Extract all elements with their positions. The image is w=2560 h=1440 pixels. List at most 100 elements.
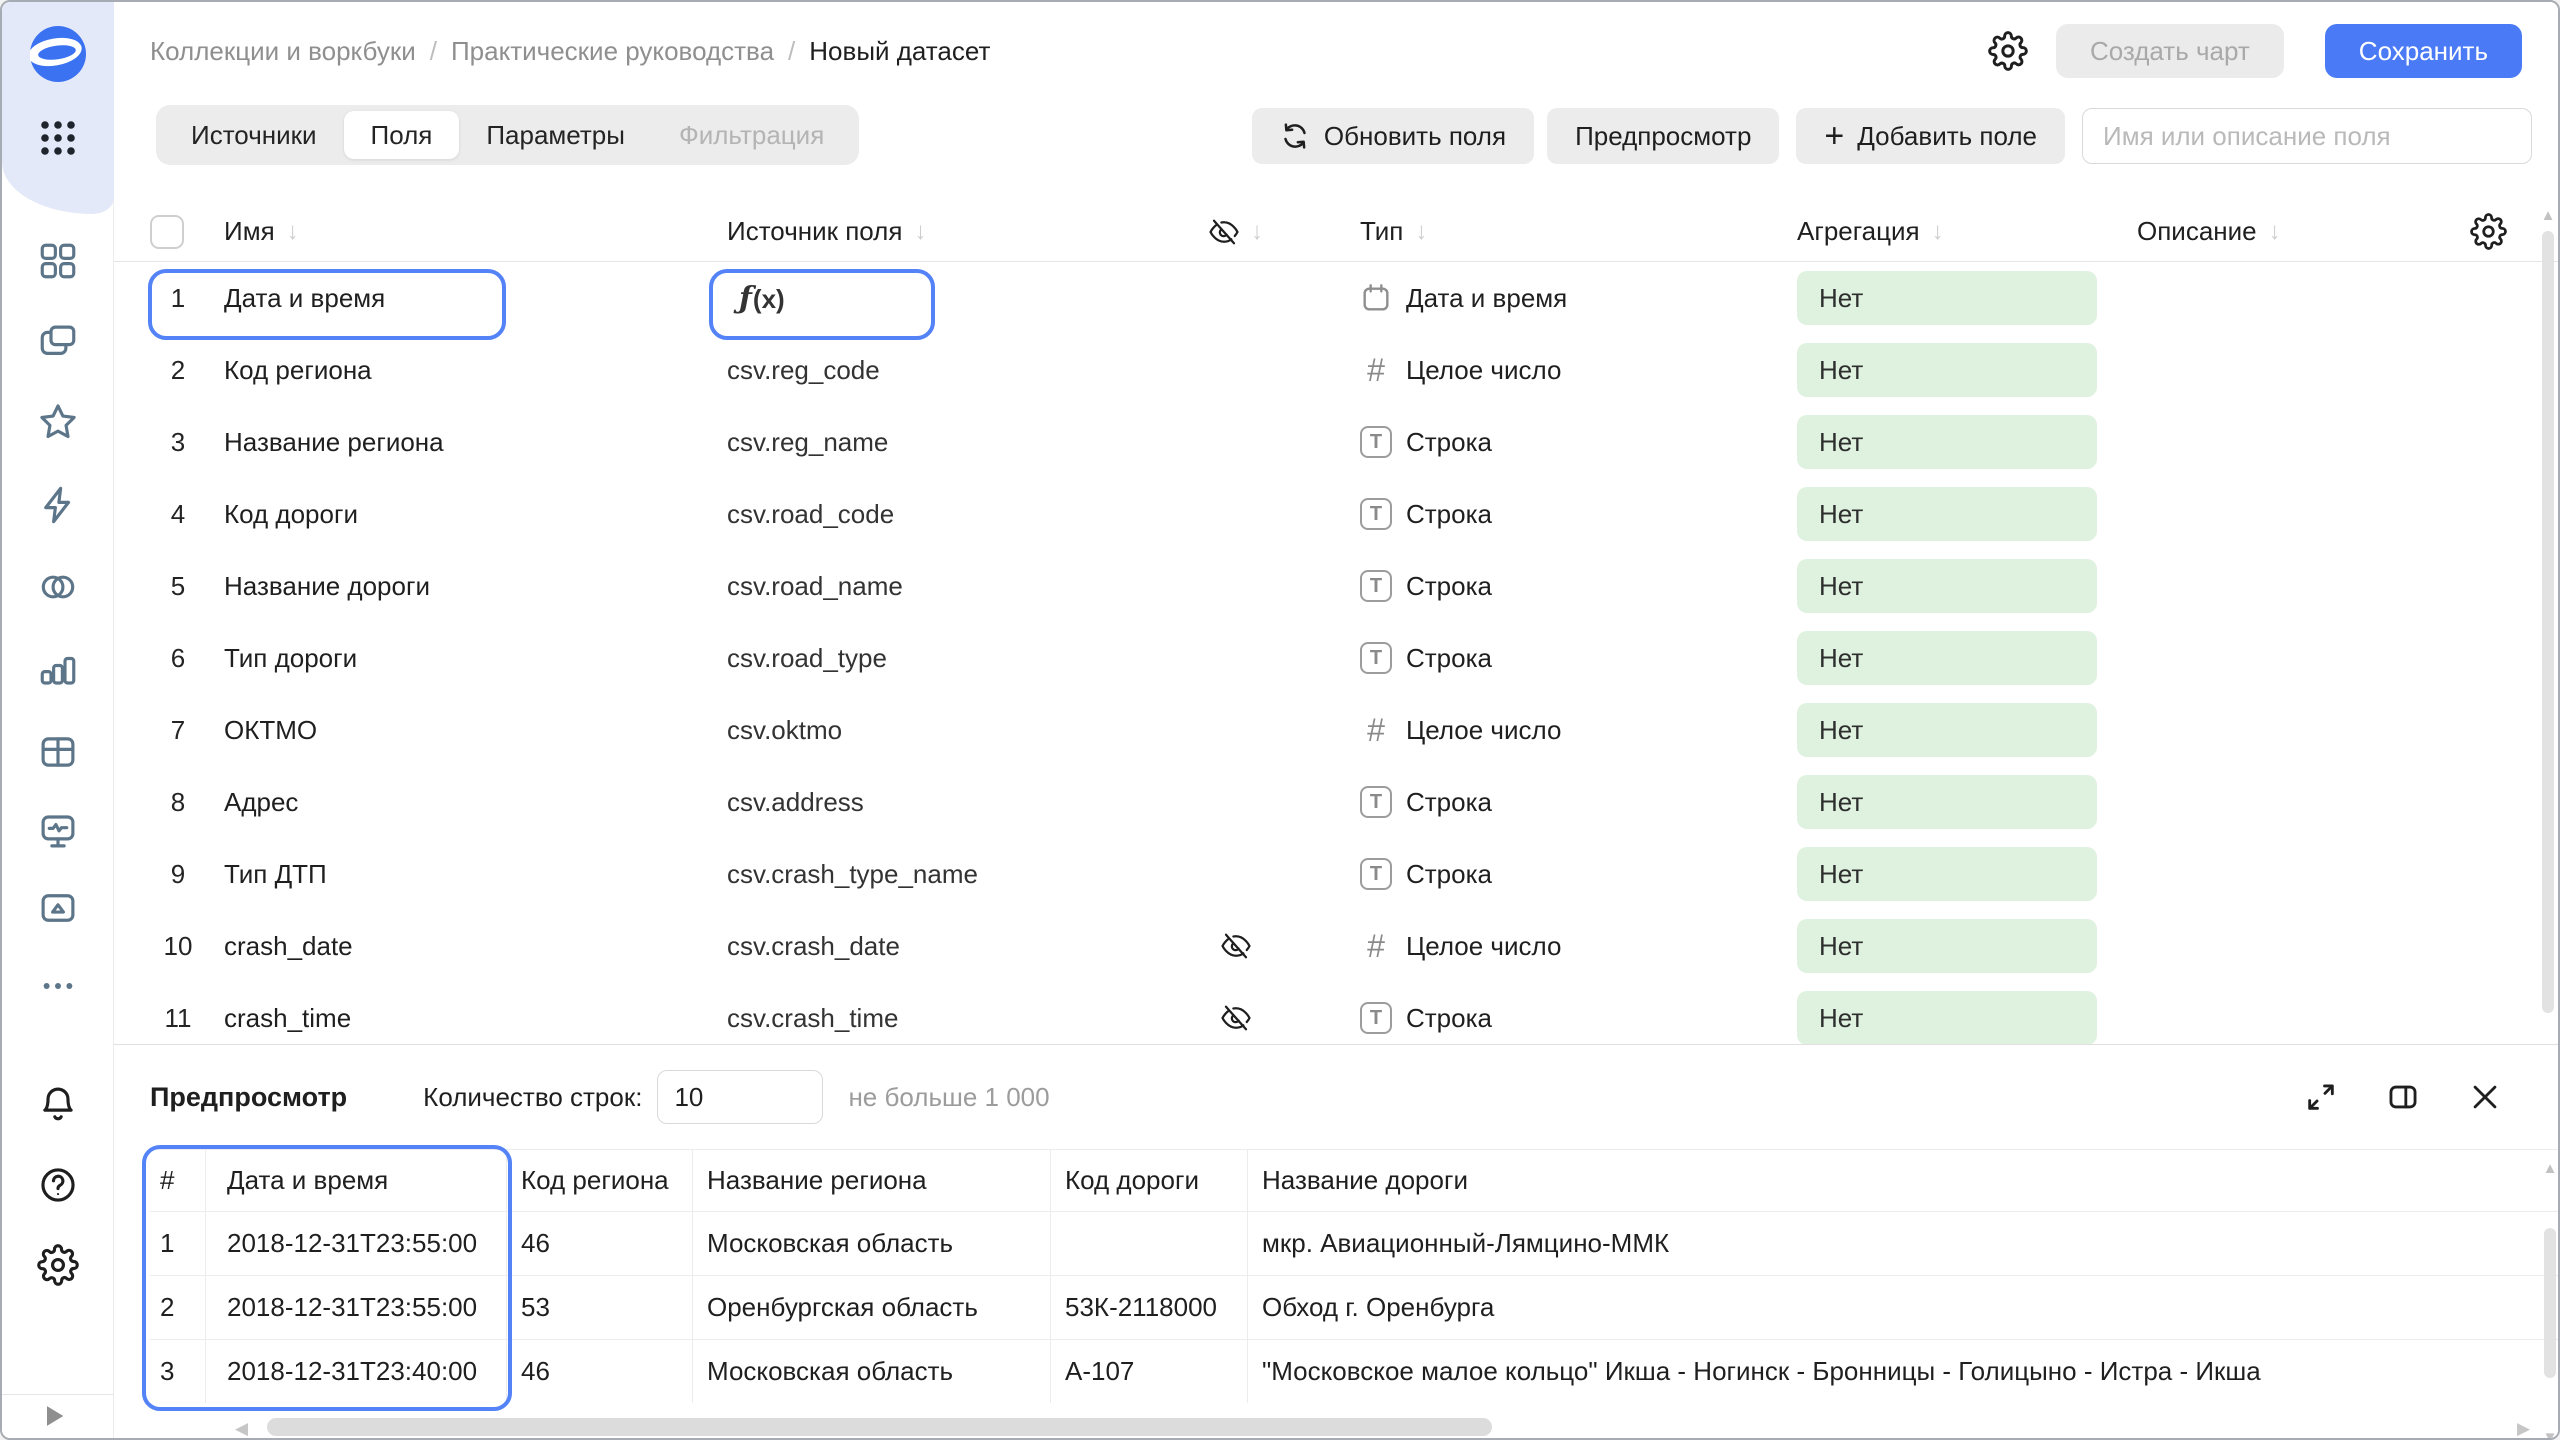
tab-fields[interactable]: Поля bbox=[344, 111, 460, 159]
aggregation-select[interactable]: Нет bbox=[1797, 703, 2097, 757]
preview-table-body: 12018-12-31T23:55:0046Московская область… bbox=[150, 1211, 2560, 1403]
preview-column-header: Дата и время bbox=[206, 1150, 507, 1211]
field-hidden-eye-off-icon[interactable] bbox=[1180, 1003, 1292, 1033]
scrollbar-thumb[interactable] bbox=[2542, 231, 2554, 1013]
field-row[interactable]: 4Код дорогиcsv.road_codeTСтрокаНет bbox=[114, 478, 2560, 550]
save-button[interactable]: Сохранить bbox=[2325, 24, 2522, 78]
scrollbar-thumb[interactable] bbox=[267, 1418, 1492, 1436]
settings-icon[interactable] bbox=[36, 1243, 80, 1287]
lightning-icon[interactable] bbox=[36, 483, 80, 527]
sort-arrow-icon[interactable]: ↓ bbox=[914, 218, 926, 246]
bar-chart-icon[interactable] bbox=[36, 647, 80, 691]
preview-panel: Предпросмотр Количество строк: не больше… bbox=[114, 1044, 2560, 1440]
preview-vertical-scrollbar[interactable]: ▲ ▼ bbox=[2542, 1161, 2558, 1440]
preview-column-header: Название дороги bbox=[1248, 1150, 2560, 1211]
aggregation-select[interactable]: Нет bbox=[1797, 343, 2097, 397]
field-row[interactable]: 3Название регионаcsv.reg_nameTСтрокаНет bbox=[114, 406, 2560, 478]
sort-arrow-icon[interactable]: ↓ bbox=[1932, 218, 1944, 246]
field-row[interactable]: 6Тип дорогиcsv.road_typeTСтрокаНет bbox=[114, 622, 2560, 694]
aggregation-select[interactable]: Нет bbox=[1797, 919, 2097, 973]
sort-arrow-icon[interactable]: ↓ bbox=[287, 218, 299, 246]
close-icon[interactable] bbox=[2465, 1077, 2505, 1117]
field-row[interactable]: 5Название дорогиcsv.road_nameTСтрокаНет bbox=[114, 550, 2560, 622]
scroll-left-icon[interactable]: ◀ bbox=[235, 1419, 248, 1439]
field-name: Адрес bbox=[212, 787, 715, 818]
aggregation-select[interactable]: Нет bbox=[1797, 991, 2097, 1044]
field-row[interactable]: 8Адресcsv.addressTСтрокаНет bbox=[114, 766, 2560, 838]
field-row[interactable]: 9Тип ДТПcsv.crash_type_nameTСтрокаНет bbox=[114, 838, 2560, 910]
datalens-logo-icon[interactable] bbox=[30, 26, 86, 82]
select-all-checkbox[interactable] bbox=[150, 215, 184, 249]
field-type: # Целое число bbox=[1292, 928, 1782, 965]
aggregation-select[interactable]: Нет bbox=[1797, 847, 2097, 901]
field-type-label: Целое число bbox=[1406, 931, 1561, 962]
field-row[interactable]: 1Дата и времяƒ(x)Дата и времяНет bbox=[114, 262, 2560, 334]
aggregation-select[interactable]: Нет bbox=[1797, 415, 2097, 469]
field-row[interactable]: 2Код регионаcsv.reg_code#Целое числоНет bbox=[114, 334, 2560, 406]
tab-sources[interactable]: Источники bbox=[164, 111, 344, 159]
expand-icon[interactable] bbox=[2301, 1077, 2341, 1117]
grid-squares-icon[interactable] bbox=[36, 239, 80, 283]
string-icon: T bbox=[1360, 786, 1392, 818]
sort-arrow-icon[interactable]: ↓ bbox=[2269, 218, 2281, 246]
preview-cell: 2018-12-31T23:55:00 bbox=[206, 1212, 507, 1275]
dataset-settings-gear-icon[interactable] bbox=[1986, 29, 2030, 73]
folders-icon[interactable] bbox=[36, 320, 80, 364]
row-number: 6 bbox=[156, 643, 200, 674]
refresh-fields-button[interactable]: Обновить поля bbox=[1252, 108, 1534, 164]
scrollbar-thumb[interactable] bbox=[2544, 1228, 2556, 1378]
scroll-up-icon[interactable]: ▲ bbox=[2541, 208, 2556, 223]
field-search-input[interactable] bbox=[2082, 108, 2532, 164]
monitor-pulse-icon[interactable] bbox=[36, 809, 80, 853]
folder-cloud-icon[interactable] bbox=[36, 886, 80, 930]
split-view-icon[interactable] bbox=[2383, 1077, 2423, 1117]
row-count-input[interactable] bbox=[657, 1070, 823, 1124]
bell-icon[interactable] bbox=[36, 1082, 80, 1126]
scroll-right-icon[interactable]: ▶ bbox=[2517, 1419, 2530, 1439]
aggregation-select[interactable]: Нет bbox=[1797, 271, 2097, 325]
help-icon[interactable] bbox=[36, 1163, 80, 1207]
preview-cell: А-107 bbox=[1051, 1340, 1248, 1403]
circles-icon[interactable] bbox=[36, 565, 80, 609]
aggregation-select[interactable]: Нет bbox=[1797, 631, 2097, 685]
field-type: TСтрока bbox=[1292, 498, 1782, 530]
field-row[interactable]: 10crash_datecsv.crash_date#Целое числоНе… bbox=[114, 910, 2560, 982]
field-name: crash_time bbox=[212, 1003, 715, 1034]
field-source: csv.address bbox=[715, 787, 1180, 818]
preview-row: 22018-12-31T23:55:0053Оренбургская облас… bbox=[150, 1275, 2560, 1339]
field-hidden-eye-off-icon[interactable] bbox=[1180, 931, 1292, 961]
add-field-button[interactable]: + Добавить поле bbox=[1796, 108, 2065, 164]
tab-parameters[interactable]: Параметры bbox=[459, 111, 652, 159]
field-type-label: Строка bbox=[1406, 427, 1492, 458]
sort-arrow-icon[interactable]: ↓ bbox=[1415, 218, 1427, 246]
aggregation-select[interactable]: Нет bbox=[1797, 559, 2097, 613]
field-row[interactable]: 7ОКТМОcsv.oktmo#Целое числоНет bbox=[114, 694, 2560, 766]
scroll-up-icon[interactable]: ▲ bbox=[2543, 1161, 2558, 1176]
ellipsis-icon[interactable] bbox=[36, 964, 80, 1008]
breadcrumb-item[interactable]: Коллекции и воркбуки bbox=[150, 36, 416, 67]
add-field-label: Добавить поле bbox=[1857, 121, 2037, 152]
apps-grid-icon[interactable] bbox=[33, 113, 83, 163]
breadcrumb-item[interactable]: Практические руководства bbox=[451, 36, 774, 67]
preview-row: 32018-12-31T23:40:0046Московская область… bbox=[150, 1339, 2560, 1403]
aggregation-select[interactable]: Нет bbox=[1797, 487, 2097, 541]
field-type-label: Строка bbox=[1406, 643, 1492, 674]
table-icon[interactable] bbox=[36, 730, 80, 774]
field-source-text: csv.road_type bbox=[727, 643, 887, 674]
fields-table-body: 1Дата и времяƒ(x)Дата и времяНет2Код рег… bbox=[114, 262, 2560, 1044]
preview-horizontal-scrollbar[interactable]: ◀ ▶ bbox=[114, 1418, 2560, 1438]
preview-toggle-button[interactable]: Предпросмотр bbox=[1547, 108, 1779, 164]
preview-column-header: Код дороги bbox=[1051, 1150, 1248, 1211]
star-icon[interactable] bbox=[36, 400, 80, 444]
plus-icon: + bbox=[1824, 119, 1844, 153]
field-row[interactable]: 11crash_timecsv.crash_timeTСтрокаНет bbox=[114, 982, 2560, 1044]
aggregation-select[interactable]: Нет bbox=[1797, 775, 2097, 829]
fields-scrollbar[interactable]: ▲ bbox=[2540, 208, 2556, 1038]
field-source: csv.reg_name bbox=[715, 427, 1180, 458]
hidden-column-eye-off-icon[interactable] bbox=[1209, 217, 1239, 247]
create-chart-button[interactable]: Создать чарт bbox=[2056, 24, 2284, 78]
formula-icon: ƒ(x) bbox=[727, 281, 785, 316]
hash-icon: # bbox=[1360, 928, 1392, 965]
sort-arrow-icon[interactable]: ↓ bbox=[1251, 218, 1263, 246]
play-icon[interactable] bbox=[40, 1402, 68, 1430]
